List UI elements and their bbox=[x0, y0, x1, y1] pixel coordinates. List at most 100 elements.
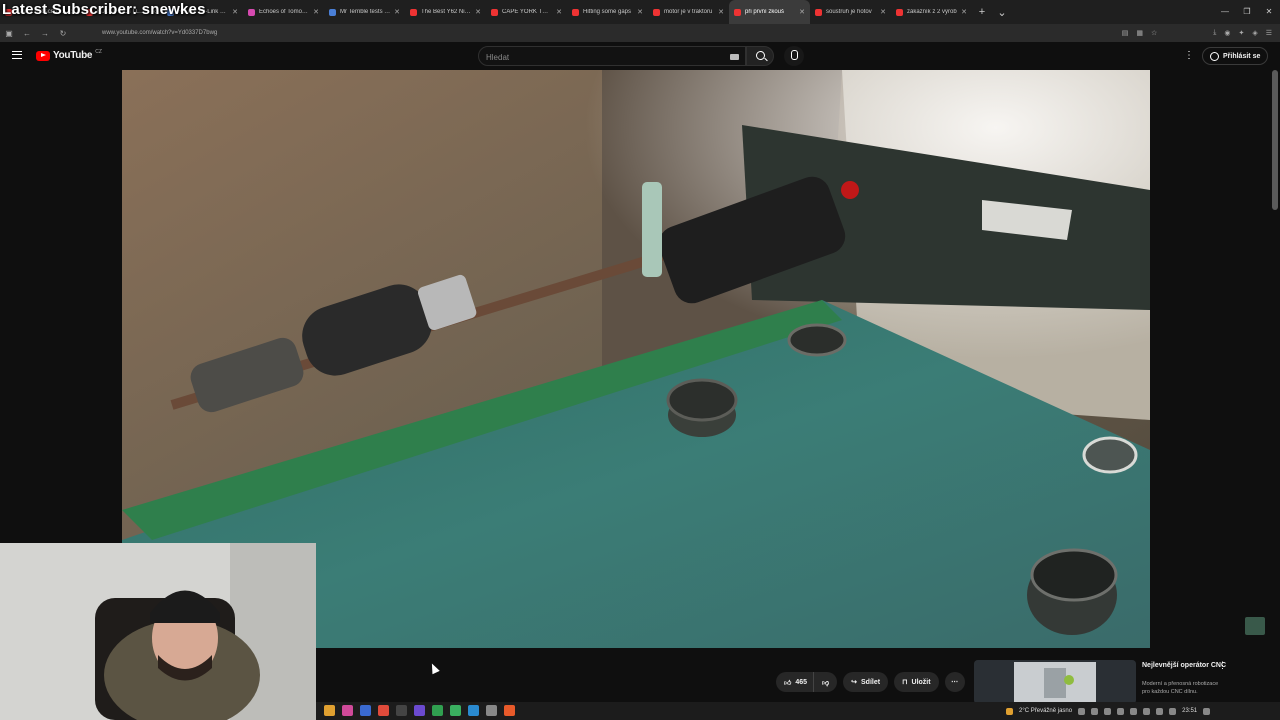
download-icon[interactable]: ⤓ bbox=[1213, 29, 1216, 37]
back-button[interactable]: ← bbox=[18, 29, 36, 38]
youtube-logo-text: YouTube bbox=[53, 50, 93, 61]
pip-icon[interactable]: ▦ bbox=[1136, 29, 1143, 37]
tab-close-icon[interactable]: ✕ bbox=[799, 8, 805, 16]
clock[interactable]: 23:51 bbox=[1182, 708, 1197, 714]
tab-close-icon[interactable]: ✕ bbox=[313, 8, 319, 16]
share-icon: ↪ bbox=[851, 679, 857, 686]
tab-favicon-icon bbox=[896, 8, 903, 16]
tray-icon[interactable] bbox=[1130, 707, 1138, 715]
tab-title: Mr Terrible tests Y6 bbox=[340, 9, 391, 15]
wifi-icon[interactable] bbox=[1156, 707, 1164, 715]
profile-icon[interactable]: ◉ bbox=[1224, 29, 1230, 37]
tab-close-icon[interactable]: ✕ bbox=[556, 8, 562, 16]
thumbs-down-icon: 👎︎ bbox=[822, 679, 830, 687]
forward-button[interactable]: → bbox=[36, 29, 54, 38]
share-button[interactable]: ↪ Sdílet bbox=[843, 672, 889, 692]
page-scrollbar[interactable] bbox=[1272, 70, 1278, 210]
dislike-button[interactable]: 👎︎ bbox=[813, 672, 838, 692]
webcam-overlay bbox=[0, 543, 316, 720]
close-window-button[interactable]: ✕ bbox=[1258, 0, 1280, 24]
browser-tab[interactable]: CAPE YORK TELE TR✕ bbox=[486, 0, 567, 24]
app-icon[interactable] bbox=[342, 705, 353, 716]
more-actions-button[interactable]: ⋯ bbox=[944, 672, 965, 692]
search-button[interactable] bbox=[746, 46, 774, 66]
tab-close-icon[interactable]: ✕ bbox=[475, 8, 481, 16]
browser-tab[interactable]: soustruh je hotov ✕ bbox=[810, 0, 891, 24]
tab-favicon-icon bbox=[248, 8, 255, 16]
tab-title: při první zkouš bbox=[745, 9, 785, 15]
like-count: 465 bbox=[795, 678, 808, 686]
recommended-more-icon[interactable]: ⋮ bbox=[1218, 660, 1227, 671]
app-icon[interactable] bbox=[468, 705, 479, 716]
tray-icon[interactable] bbox=[1104, 707, 1112, 715]
tab-close-icon[interactable]: ✕ bbox=[880, 8, 886, 16]
tray-icon[interactable] bbox=[1143, 707, 1151, 715]
signin-button[interactable]: Přihlásit se bbox=[1202, 47, 1269, 65]
tray-icon[interactable] bbox=[1078, 707, 1086, 715]
tray-icon[interactable] bbox=[1117, 707, 1125, 715]
address-bar-tools: ▤ ▦ ☆ ⤓ ◉ ✦ ◈ ☰ bbox=[1122, 24, 1272, 42]
tab-favicon-icon bbox=[329, 8, 336, 16]
volume-icon[interactable] bbox=[1169, 707, 1177, 715]
app-icon[interactable] bbox=[414, 705, 425, 716]
reload-button[interactable]: ↻ bbox=[54, 29, 72, 38]
extensions-icon[interactable]: ✦ bbox=[1238, 29, 1244, 37]
tab-close-icon[interactable]: ✕ bbox=[961, 8, 967, 16]
tray-icon[interactable] bbox=[1091, 707, 1099, 715]
thumbs-up-icon: 👍︎ bbox=[784, 679, 792, 687]
new-tab-button[interactable]: + bbox=[972, 6, 992, 18]
weather-icon bbox=[1006, 707, 1013, 715]
system-tray: 2°C Převážně jasno 23:51 bbox=[1006, 702, 1211, 720]
tab-favicon-icon bbox=[734, 8, 741, 16]
browser-tab[interactable]: při první zkouš ✕ bbox=[729, 0, 810, 24]
tab-title: soustruh je hotov bbox=[826, 9, 872, 15]
notification-icon[interactable] bbox=[1203, 707, 1211, 715]
browser-tab[interactable]: The Best Y62 Nissan ✕ bbox=[405, 0, 486, 24]
tab-title: Hitting some gaps bbox=[583, 9, 632, 15]
app-icon[interactable] bbox=[360, 705, 371, 716]
bookmark-icon: ⊓ bbox=[902, 679, 908, 686]
app-icon[interactable] bbox=[378, 705, 389, 716]
tab-close-icon[interactable]: ✕ bbox=[394, 8, 400, 16]
tab-favicon-icon bbox=[815, 8, 822, 16]
search-input[interactable]: Hledat bbox=[478, 46, 746, 66]
app-icon[interactable] bbox=[396, 705, 407, 716]
app-icon[interactable] bbox=[504, 705, 515, 716]
hamburger-menu-icon[interactable] bbox=[12, 51, 22, 59]
browser-tab[interactable]: motor je v traktoru ✕ bbox=[648, 0, 729, 24]
url-field[interactable]: www.youtube.com/watch?v=Yd0337D7bwg bbox=[102, 30, 217, 36]
tab-close-icon[interactable]: ✕ bbox=[232, 8, 238, 16]
browser-tab[interactable]: Mr Terrible tests Y6 ✕ bbox=[324, 0, 405, 24]
vpn-icon[interactable]: ◈ bbox=[1252, 29, 1257, 37]
like-button[interactable]: 👍︎ 465 bbox=[776, 672, 814, 692]
microphone-icon[interactable] bbox=[784, 46, 804, 66]
keyboard-icon[interactable] bbox=[730, 54, 739, 60]
browser-tab[interactable]: Echoes of Tomorrow ✕ bbox=[243, 0, 324, 24]
tab-favicon-icon bbox=[653, 8, 660, 16]
app-icon[interactable] bbox=[486, 705, 497, 716]
browser-tab[interactable]: Hitting some gaps ✕ bbox=[567, 0, 648, 24]
tab-close-icon[interactable]: ✕ bbox=[718, 8, 724, 16]
app-icon[interactable] bbox=[432, 705, 443, 716]
reader-icon[interactable]: ▤ bbox=[1122, 29, 1129, 37]
minimize-button[interactable]: — bbox=[1214, 0, 1236, 24]
bookmark-star-icon[interactable]: ☆ bbox=[1151, 29, 1157, 37]
tab-list-icon[interactable]: ⌄ bbox=[992, 6, 1012, 19]
save-button[interactable]: ⊓ Uložit bbox=[894, 672, 939, 692]
side-badge-icon[interactable] bbox=[1245, 617, 1265, 635]
youtube-logo[interactable]: YouTube CZ bbox=[36, 49, 102, 61]
webcam-image bbox=[0, 543, 316, 720]
maximize-button[interactable]: ❐ bbox=[1236, 0, 1258, 24]
app-icon[interactable] bbox=[324, 705, 335, 716]
weather-text[interactable]: 2°C Převážně jasno bbox=[1019, 708, 1072, 714]
video-actions: 👍︎ 465 👎︎ ↪ Sdílet ⊓ Uložit ⋯ bbox=[776, 672, 965, 692]
more-options-icon[interactable]: ⋮ bbox=[1184, 50, 1194, 61]
sidebar-toggle-icon[interactable]: ▣ bbox=[0, 29, 18, 38]
browser-tab[interactable]: zákazník z 2 výrob ✕ bbox=[891, 0, 972, 24]
menu-icon[interactable]: ☰ bbox=[1266, 29, 1272, 37]
recommended-video[interactable]: Nejlevnější operátor CNC Moderní a přeno… bbox=[974, 658, 1270, 706]
tab-close-icon[interactable]: ✕ bbox=[637, 8, 643, 16]
recommended-thumbnail[interactable] bbox=[974, 660, 1136, 704]
tab-title: Echoes of Tomorrow bbox=[259, 9, 310, 15]
app-icon[interactable] bbox=[450, 705, 461, 716]
